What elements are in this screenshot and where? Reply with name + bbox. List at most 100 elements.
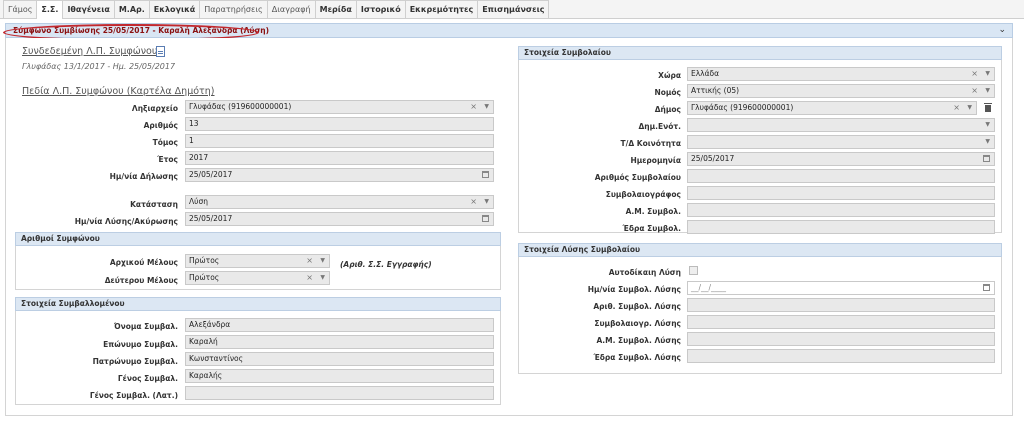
- clear-icon[interactable]: ×: [971, 85, 978, 97]
- calendar-icon[interactable]: [983, 284, 990, 291]
- community-label: Τ/Δ Κοινότητα: [620, 139, 681, 148]
- registry-value: Γλυφάδας (919600000001): [189, 102, 292, 111]
- tab-paratiriseis[interactable]: Παρατηρήσεις: [199, 0, 268, 18]
- calendar-icon[interactable]: [983, 155, 990, 162]
- auto-dissolution-label: Αυτοδίκαιη Λύση: [608, 268, 681, 277]
- tab-gamos[interactable]: Γάμος: [3, 0, 38, 18]
- document-icon[interactable]: [156, 46, 165, 57]
- notary-label: Συμβολαιογράφος: [605, 190, 681, 199]
- tab-mar[interactable]: Μ.Αρ.: [113, 0, 150, 18]
- notary-am-label: Α.Μ. Συμβολ.: [625, 207, 681, 216]
- number-field[interactable]: 13: [185, 117, 494, 131]
- tab-ekkremotites[interactable]: Εκκρεμότητες: [404, 0, 479, 18]
- declaration-date-value: 25/05/2017: [189, 170, 233, 179]
- partner-gender-field[interactable]: Καραλής: [185, 369, 494, 383]
- unit-label: Δημ.Ενότ.: [638, 122, 681, 131]
- partner-father-field[interactable]: Κωνσταντίνος: [185, 352, 494, 366]
- municipality-value: Γλυφάδας (919600000001): [691, 103, 794, 112]
- status-select[interactable]: Λύση × ▼: [185, 195, 494, 209]
- contract-number-field[interactable]: [687, 169, 995, 183]
- country-label: Χώρα: [658, 71, 681, 80]
- panel-title: Σύμφωνο Συμβίωσης 25/05/2017 - Καραλή Αλ…: [13, 26, 270, 35]
- country-value: Ελλάδα: [691, 69, 720, 78]
- second-member-select[interactable]: Πρώτος × ▼: [185, 271, 330, 285]
- dropdown-icon[interactable]: ▼: [484, 101, 489, 113]
- dissolution-number-field[interactable]: [687, 298, 995, 312]
- calendar-icon[interactable]: [482, 171, 489, 178]
- trash-icon[interactable]: [984, 103, 992, 112]
- dissolution-am-field[interactable]: [687, 332, 995, 346]
- dissolution-seat-field[interactable]: [687, 349, 995, 363]
- year-field[interactable]: 2017: [185, 151, 494, 165]
- dissolution-seat-label: Έδρα Συμβολ. Λύσης: [593, 353, 681, 362]
- clear-icon[interactable]: ×: [470, 196, 477, 208]
- prefecture-select[interactable]: Αττικής (05) × ▼: [687, 84, 995, 98]
- notary-seat-field[interactable]: [687, 220, 995, 234]
- first-member-select[interactable]: Πρώτος × ▼: [185, 254, 330, 268]
- partner-name-field[interactable]: Αλεξάνδρα: [185, 318, 494, 332]
- second-member-value: Πρώτος: [189, 273, 220, 282]
- contract-number-label: Αριθμός Συμβολαίου: [594, 173, 681, 182]
- declaration-date-label: Ημ/νία Δήλωσης: [109, 172, 178, 181]
- unit-select[interactable]: ▼: [687, 118, 995, 132]
- prefecture-label: Νομός: [654, 88, 681, 97]
- pact-number-note: (Αριθ. Σ.Σ. Εγγραφής): [340, 260, 432, 269]
- dissolution-date-field[interactable]: 25/05/2017: [185, 212, 494, 226]
- notary-am-field[interactable]: [687, 203, 995, 217]
- dissolution-date-placeholder: __/__/____: [691, 283, 727, 292]
- dropdown-icon[interactable]: ▼: [985, 68, 990, 80]
- dissolution-number-label: Αριθ. Συμβολ. Λύσης: [593, 302, 681, 311]
- dropdown-icon[interactable]: ▼: [985, 85, 990, 97]
- declaration-date-field[interactable]: 25/05/2017: [185, 168, 494, 182]
- calendar-icon[interactable]: [482, 215, 489, 222]
- panel-header[interactable]: Σύμφωνο Συμβίωσης 25/05/2017 - Καραλή Αλ…: [5, 23, 1013, 38]
- tab-ss[interactable]: Σ.Σ.: [36, 0, 64, 19]
- partner-gender-label: Γένος Συμβαλ.: [117, 374, 178, 383]
- registry-select[interactable]: Γλυφάδας (919600000001) × ▼: [185, 100, 494, 114]
- dissolution-contract-date-label: Ημ/νία Συμβολ. Λύσης: [587, 285, 681, 294]
- clear-icon[interactable]: ×: [971, 68, 978, 80]
- notary-field[interactable]: [687, 186, 995, 200]
- dropdown-icon[interactable]: ▼: [320, 255, 325, 267]
- clear-icon[interactable]: ×: [306, 255, 313, 267]
- contract-date-field[interactable]: 25/05/2017: [687, 152, 995, 166]
- tab-ithageneia[interactable]: Ιθαγένεια: [62, 0, 115, 18]
- dropdown-icon[interactable]: ▼: [967, 102, 972, 114]
- dropdown-icon[interactable]: ▼: [320, 272, 325, 284]
- first-member-value: Πρώτος: [189, 256, 220, 265]
- partner-gender-lat-field[interactable]: [185, 386, 494, 400]
- dropdown-icon[interactable]: ▼: [484, 196, 489, 208]
- pact-fields-link[interactable]: Πεδία Λ.Π. Συμφώνου (Καρτέλα Δημότη): [22, 86, 215, 97]
- dropdown-icon[interactable]: ▼: [985, 119, 990, 131]
- dissolution-notary-field[interactable]: [687, 315, 995, 329]
- country-select[interactable]: Ελλάδα × ▼: [687, 67, 995, 81]
- chevron-down-icon[interactable]: ⌄: [998, 25, 1006, 35]
- partner-surname-field[interactable]: Καραλή: [185, 335, 494, 349]
- tab-episimanseis[interactable]: Επισημάνσεις: [477, 0, 550, 18]
- dissolution-header: Στοιχεία Λύσης Συμβολαίου: [518, 243, 1002, 257]
- tab-merida[interactable]: Μερίδα: [314, 0, 357, 18]
- municipality-label: Δήμος: [654, 105, 681, 114]
- clear-icon[interactable]: ×: [470, 101, 477, 113]
- contract-date-label: Ημερομηνία: [630, 156, 681, 165]
- tab-eklogika[interactable]: Εκλογικά: [148, 0, 201, 18]
- tab-diagrafi[interactable]: Διαγραφή: [266, 0, 316, 18]
- notary-seat-label: Έδρα Συμβολ.: [622, 224, 681, 233]
- volume-field[interactable]: 1: [185, 134, 494, 148]
- linked-subtitle: Γλυφάδας 13/1/2017 - Ημ. 25/05/2017: [22, 62, 176, 71]
- tab-istoriko[interactable]: Ιστορικό: [355, 0, 406, 18]
- prefecture-value: Αττικής (05): [691, 86, 740, 95]
- pact-numbers-header: Αριθμοί Συμφώνου: [15, 232, 501, 246]
- dropdown-icon[interactable]: ▼: [985, 136, 990, 148]
- linked-pact-link[interactable]: Συνδεδεμένη Λ.Π. Συμφώνου: [22, 46, 157, 57]
- partner-header: Στοιχεία Συμβαλλομένου: [15, 297, 501, 311]
- clear-icon[interactable]: ×: [306, 272, 313, 284]
- partner-surname-label: Επώνυμο Συμβαλ.: [103, 340, 178, 349]
- dissolution-contract-date-field[interactable]: __/__/____: [687, 281, 995, 295]
- partner-father-label: Πατρώνυμο Συμβαλ.: [92, 357, 178, 366]
- community-select[interactable]: ▼: [687, 135, 995, 149]
- auto-dissolution-checkbox[interactable]: [689, 266, 698, 275]
- partner-gender-lat-label: Γένος Συμβαλ. (Λατ.): [89, 391, 178, 400]
- clear-icon[interactable]: ×: [953, 102, 960, 114]
- municipality-select[interactable]: Γλυφάδας (919600000001) × ▼: [687, 101, 977, 115]
